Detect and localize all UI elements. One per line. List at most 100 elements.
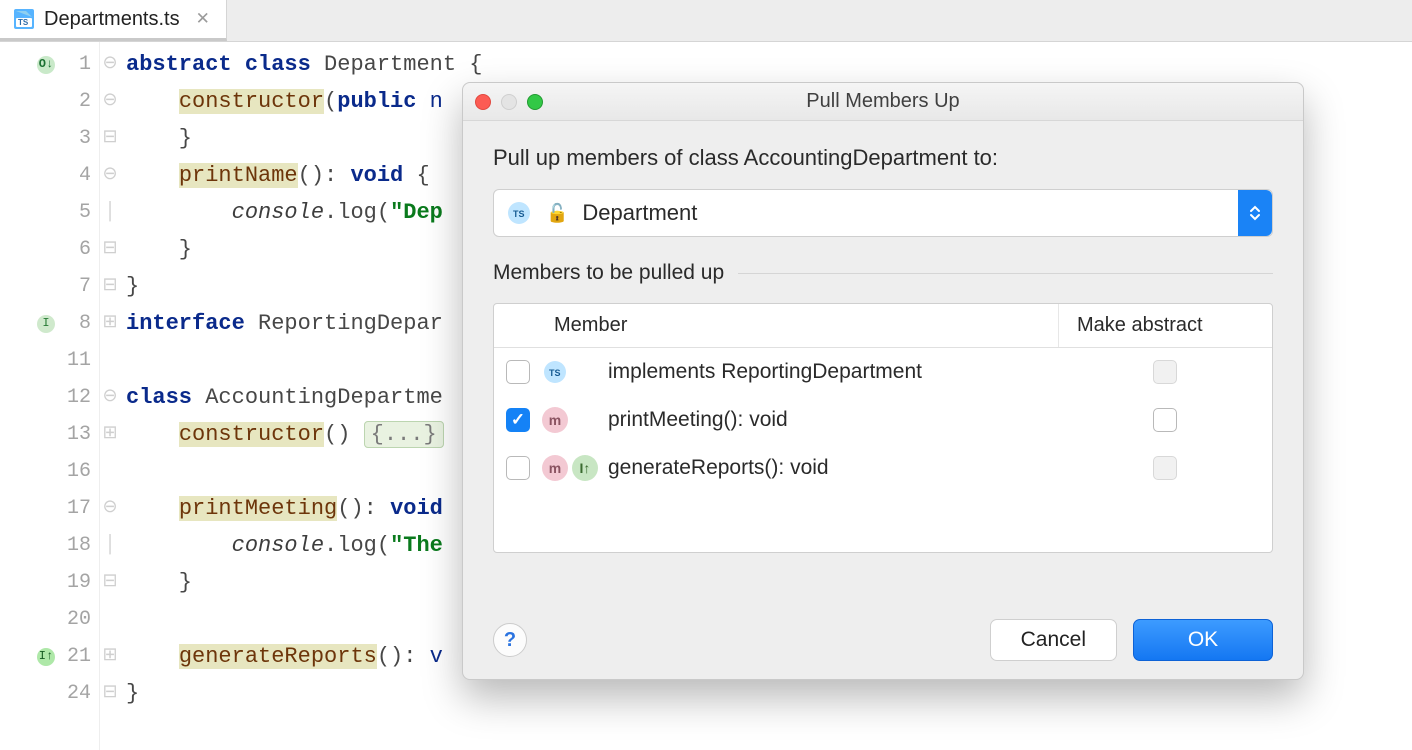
- code-line[interactable]: }: [126, 675, 482, 712]
- line-number-gutter: O↓1234567I81112131617181920I↑2124: [0, 42, 100, 750]
- line-number: 21: [63, 638, 91, 675]
- code-line[interactable]: interface ReportingDepar: [126, 305, 482, 342]
- gutter-marker-icon[interactable]: I↑: [37, 648, 55, 666]
- destination-class-name: Department: [582, 200, 697, 226]
- tab-filename: Departments.ts: [44, 8, 180, 31]
- line-number: 12: [63, 379, 91, 416]
- ok-button[interactable]: OK: [1133, 619, 1273, 661]
- code-line[interactable]: }: [126, 268, 482, 305]
- fold-toggle-icon[interactable]: │: [105, 527, 116, 564]
- line-number: 6: [63, 231, 91, 268]
- gutter-marker-icon[interactable]: O↓: [37, 56, 55, 74]
- close-tab-icon[interactable]: ✕: [190, 9, 210, 29]
- fold-toggle-icon[interactable]: ⊞: [102, 305, 117, 342]
- column-member: Member: [542, 304, 1058, 347]
- fold-toggle-icon[interactable]: ⊞: [102, 638, 117, 675]
- member-row[interactable]: mI↑ generateReports(): void: [494, 444, 1272, 492]
- fold-toggle-icon[interactable]: ⊟: [102, 120, 117, 157]
- divider: [738, 273, 1273, 274]
- cancel-button[interactable]: Cancel: [990, 619, 1117, 661]
- tab-bar: Departments.ts ✕: [0, 0, 1412, 42]
- fold-toggle-icon[interactable]: ⊟: [102, 675, 117, 712]
- fold-toggle-icon[interactable]: ⊖: [102, 46, 117, 83]
- typescript-file-icon: [14, 9, 34, 29]
- code-line[interactable]: console.log("Dep: [126, 194, 482, 231]
- window-minimize-button[interactable]: [501, 94, 517, 110]
- include-member-checkbox[interactable]: [506, 456, 530, 480]
- method-icon: m: [542, 407, 568, 433]
- dialog-titlebar: Pull Members Up: [463, 83, 1303, 121]
- member-label: printMeeting(): void: [608, 408, 1058, 432]
- fold-toggle-icon[interactable]: ⊖: [102, 83, 117, 120]
- members-table: Member Make abstract implements Reportin…: [493, 303, 1273, 553]
- make-abstract-checkbox: [1153, 360, 1177, 384]
- fold-toggle-icon[interactable]: ⊟: [102, 564, 117, 601]
- line-number: 24: [63, 675, 91, 712]
- make-abstract-checkbox[interactable]: [1153, 408, 1177, 432]
- fold-toggle-icon[interactable]: ⊖: [102, 490, 117, 527]
- fold-toggle-icon[interactable]: ⊖: [102, 157, 117, 194]
- include-member-checkbox[interactable]: [506, 360, 530, 384]
- code-line[interactable]: abstract class Department {: [126, 46, 482, 83]
- method-icon: m: [542, 455, 568, 481]
- line-number: 2: [63, 83, 91, 120]
- members-table-header: Member Make abstract: [494, 304, 1272, 348]
- code-line[interactable]: generateReports(): v: [126, 638, 482, 675]
- dialog-title: Pull Members Up: [463, 90, 1303, 113]
- dialog-body: Pull up members of class AccountingDepar…: [463, 121, 1303, 571]
- fold-toggle-icon[interactable]: ⊟: [102, 231, 117, 268]
- code-line[interactable]: }: [126, 120, 482, 157]
- dropdown-stepper-icon[interactable]: [1238, 190, 1272, 236]
- code-line[interactable]: constructor(public n: [126, 83, 482, 120]
- member-label: generateReports(): void: [608, 456, 1058, 480]
- window-maximize-button[interactable]: [527, 94, 543, 110]
- line-number: 20: [63, 601, 91, 638]
- fold-toggle-icon[interactable]: ⊟: [102, 268, 117, 305]
- help-button[interactable]: ?: [493, 623, 527, 657]
- code-line[interactable]: }: [126, 231, 482, 268]
- include-member-checkbox[interactable]: [506, 408, 530, 432]
- line-number: 8: [63, 305, 91, 342]
- line-number: 7: [63, 268, 91, 305]
- member-row[interactable]: m printMeeting(): void: [494, 396, 1272, 444]
- line-number: 17: [63, 490, 91, 527]
- line-number: 19: [63, 564, 91, 601]
- line-number: 18: [63, 527, 91, 564]
- code-line[interactable]: class AccountingDepartme: [126, 379, 482, 416]
- dialog-footer: ? Cancel OK: [463, 611, 1303, 679]
- code-line[interactable]: [126, 453, 482, 490]
- line-number: 11: [63, 342, 91, 379]
- members-section-heading: Members to be pulled up: [493, 261, 1273, 285]
- line-number: 4: [63, 157, 91, 194]
- line-number: 5: [63, 194, 91, 231]
- code-line[interactable]: [126, 342, 482, 379]
- interface-method-icon: I↑: [572, 455, 598, 481]
- window-close-button[interactable]: [475, 94, 491, 110]
- member-label: implements ReportingDepartment: [608, 360, 1058, 384]
- column-make-abstract: Make abstract: [1058, 304, 1272, 347]
- typescript-interface-icon: [542, 361, 568, 383]
- line-number: 1: [63, 46, 91, 83]
- fold-column: ⊖⊖⊟⊖│⊟⊟⊞⊖⊞⊖│⊟⊞⊟: [100, 42, 120, 750]
- line-number: 16: [63, 453, 91, 490]
- gutter-marker-icon[interactable]: I: [37, 315, 55, 333]
- code-line[interactable]: [126, 601, 482, 638]
- code-line[interactable]: console.log("The: [126, 527, 482, 564]
- code-line[interactable]: }: [126, 564, 482, 601]
- pull-members-up-dialog: Pull Members Up Pull up members of class…: [462, 82, 1304, 680]
- member-row[interactable]: implements ReportingDepartment: [494, 348, 1272, 396]
- line-number: 3: [63, 120, 91, 157]
- dialog-prompt: Pull up members of class AccountingDepar…: [493, 145, 1273, 171]
- unlocked-icon: 🔓: [546, 203, 568, 224]
- line-number: 13: [63, 416, 91, 453]
- fold-toggle-icon[interactable]: ⊞: [102, 416, 117, 453]
- fold-toggle-icon[interactable]: │: [105, 194, 116, 231]
- code-content[interactable]: abstract class Department { constructor(…: [120, 42, 482, 750]
- editor-tab[interactable]: Departments.ts ✕: [0, 0, 227, 41]
- code-line[interactable]: constructor() {...}: [126, 416, 482, 453]
- window-controls: [475, 94, 543, 110]
- fold-toggle-icon[interactable]: ⊖: [102, 379, 117, 416]
- code-line[interactable]: printMeeting(): void: [126, 490, 482, 527]
- code-line[interactable]: printName(): void {: [126, 157, 482, 194]
- destination-class-select[interactable]: 🔓 Department: [493, 189, 1273, 237]
